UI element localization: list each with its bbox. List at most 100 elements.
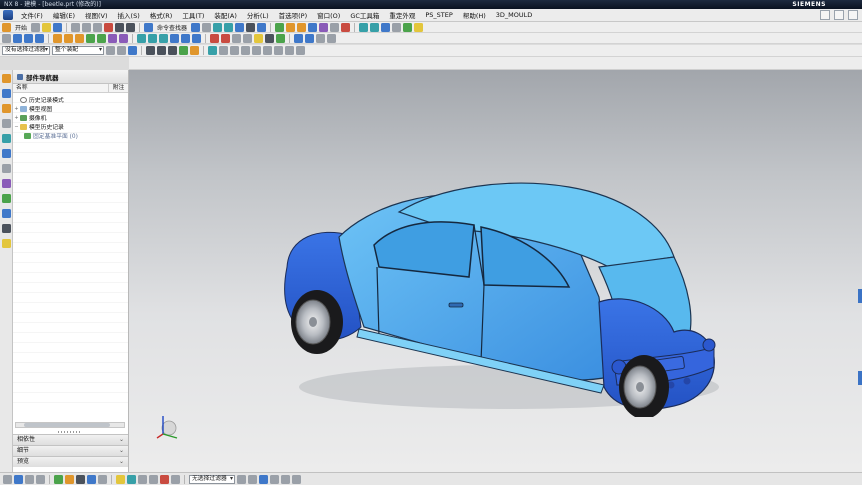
line-icon[interactable] (13, 33, 22, 43)
tree-item-model-views[interactable]: + 模型视图 (13, 104, 128, 113)
car-model[interactable] (269, 117, 729, 417)
point-icon[interactable] (2, 33, 11, 43)
graphics-window[interactable] (129, 57, 862, 472)
surface-analysis-icon[interactable] (294, 33, 303, 43)
bounded-plane-icon[interactable] (159, 33, 168, 43)
section-icon[interactable] (316, 33, 325, 43)
menu-window[interactable]: 窗口(O) (312, 10, 345, 20)
palette-icon[interactable] (1, 224, 11, 233)
refresh-icon[interactable] (36, 474, 45, 484)
menu-reshape[interactable]: 重定外观 (384, 10, 420, 20)
expand-icon[interactable]: + (13, 115, 20, 121)
menu-help[interactable]: 帮助(H) (458, 10, 491, 20)
shell-icon[interactable] (108, 33, 117, 43)
column-notes[interactable]: 附注 (108, 84, 128, 92)
undo-icon[interactable] (115, 22, 125, 32)
analysis-icon[interactable] (403, 22, 413, 32)
menu-tools[interactable]: 工具(T) (177, 10, 209, 20)
quadrant-snap-icon[interactable] (263, 46, 272, 55)
point-on-face-snap-icon[interactable] (296, 46, 305, 55)
chevron-down-icon[interactable]: ⌄ (119, 457, 124, 467)
point-on-curve-snap-icon[interactable] (285, 46, 294, 55)
pin-icon[interactable] (17, 73, 23, 80)
edit-parameters-icon[interactable] (243, 33, 252, 43)
command-finder-icon[interactable] (144, 22, 154, 32)
edge-select-icon[interactable] (157, 46, 166, 55)
menu-analysis[interactable]: 分析(L) (242, 10, 274, 20)
assembly-navigator-icon[interactable] (1, 74, 11, 83)
wcs-icon[interactable] (392, 22, 402, 32)
tree-item-cameras[interactable]: + 摄像机 (13, 113, 128, 122)
stop-icon[interactable] (160, 474, 169, 484)
unite-icon[interactable] (53, 33, 62, 43)
through-curves-icon[interactable] (137, 33, 146, 43)
color-icon[interactable] (276, 33, 285, 43)
grid-icon[interactable] (292, 474, 301, 484)
cut-icon[interactable] (71, 22, 81, 32)
curvature-icon[interactable] (305, 33, 314, 43)
view-edge-handle[interactable] (858, 371, 862, 385)
move-object-icon[interactable] (232, 33, 241, 43)
surface-icon[interactable] (359, 22, 369, 32)
menu-assembly[interactable]: 装配(A) (209, 10, 242, 20)
extend-icon[interactable] (149, 474, 158, 484)
view-edge-handle[interactable] (858, 289, 862, 303)
curve-rule-icon[interactable] (179, 46, 188, 55)
center-snap-icon[interactable] (241, 46, 250, 55)
trim-body-icon[interactable] (181, 33, 190, 43)
sketch-icon[interactable] (275, 22, 285, 32)
deselect-icon[interactable] (117, 46, 126, 55)
intersection-snap-icon[interactable] (252, 46, 261, 55)
orient-icon[interactable] (14, 474, 23, 484)
tree-item-history-mode[interactable]: 历史记录模式 (13, 95, 128, 104)
swept-icon[interactable] (148, 33, 157, 43)
copy-icon[interactable] (82, 22, 92, 32)
existing-point-snap-icon[interactable] (274, 46, 283, 55)
constraint-icon[interactable] (65, 474, 74, 484)
menu-insert[interactable]: 插入(S) (113, 10, 145, 20)
manufacturing-wizard-icon[interactable] (1, 239, 11, 248)
trim-icon[interactable] (138, 474, 147, 484)
close-icon[interactable] (848, 10, 858, 20)
spline-icon[interactable] (35, 33, 44, 43)
menu-edit[interactable]: 编辑(E) (48, 10, 80, 20)
boss-icon[interactable] (97, 33, 106, 43)
roles-icon[interactable] (1, 194, 11, 203)
door-handle[interactable] (448, 302, 464, 308)
endpoint-snap-icon[interactable] (208, 46, 217, 55)
pattern-icon[interactable] (221, 33, 230, 43)
command-finder-button[interactable]: 命令查找器 (155, 23, 189, 32)
offset-surface-icon[interactable] (170, 33, 179, 43)
start-button[interactable]: 开始 (13, 23, 29, 32)
measure-icon[interactable] (341, 22, 351, 32)
menu-format[interactable]: 格式(R) (145, 10, 178, 20)
snap-grid-icon[interactable] (127, 474, 136, 484)
panel-splitter[interactable] (58, 431, 82, 433)
wireframe-icon[interactable] (76, 474, 85, 484)
subtract-icon[interactable] (64, 33, 73, 43)
scrollbar-thumb[interactable] (24, 423, 110, 427)
window-icon[interactable] (191, 22, 201, 32)
zoom-all-icon[interactable] (25, 474, 34, 484)
system-materials-icon[interactable] (1, 164, 11, 173)
chamfer-icon[interactable] (330, 22, 340, 32)
constraint-navigator-icon[interactable] (1, 89, 11, 98)
paste-icon[interactable] (93, 22, 103, 32)
vector-icon[interactable] (259, 474, 268, 484)
history-icon[interactable] (1, 149, 11, 158)
tree-item-model-history[interactable]: − 模型历史记录 (13, 122, 128, 131)
open-icon[interactable] (42, 22, 52, 32)
render-icon[interactable] (265, 33, 274, 43)
restore-icon[interactable] (834, 10, 844, 20)
minimize-icon[interactable] (820, 10, 830, 20)
system-scenes-icon[interactable] (1, 209, 11, 218)
cursor-location-icon[interactable] (237, 474, 246, 484)
body-select-icon[interactable] (168, 46, 177, 55)
process-studio-icon[interactable] (1, 179, 11, 188)
point-constructor-icon[interactable] (248, 474, 257, 484)
select-icon[interactable] (3, 474, 12, 484)
mesh-icon[interactable] (370, 22, 380, 32)
view-orient-icon[interactable] (257, 22, 267, 32)
web-browser-icon[interactable] (1, 134, 11, 143)
layer-settings-icon[interactable] (116, 474, 125, 484)
